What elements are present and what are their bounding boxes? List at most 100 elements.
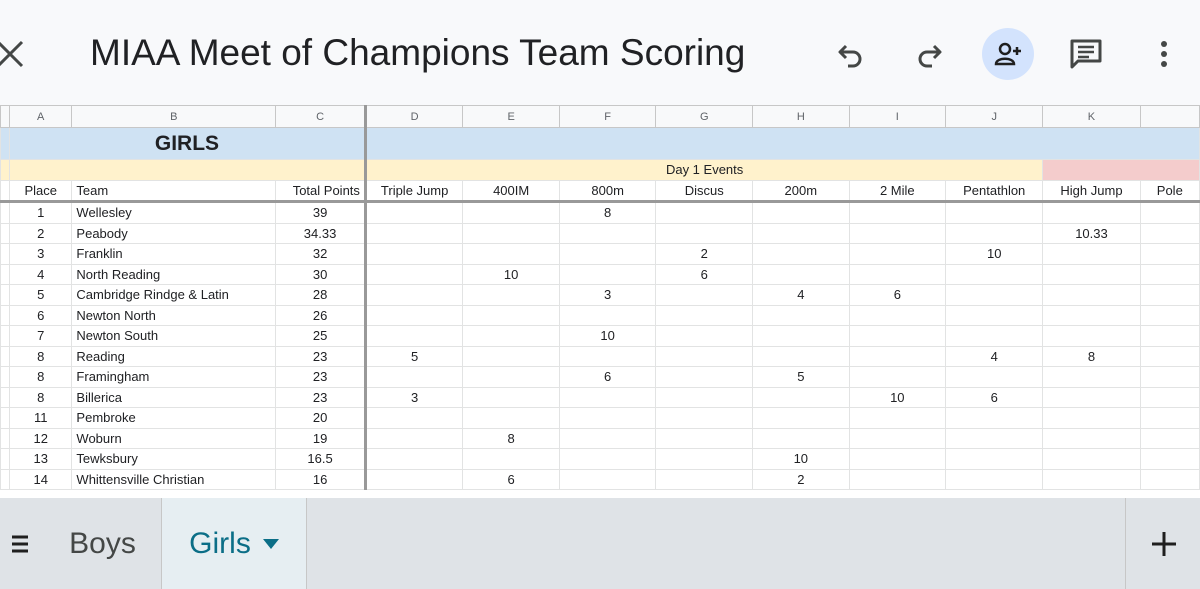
place-cell[interactable]: 13 (8, 448, 73, 470)
team-cell[interactable]: Franklin (71, 243, 277, 265)
row-number-cell[interactable] (0, 407, 10, 429)
team-cell[interactable]: Pembroke (71, 407, 277, 429)
triple-jump-cell[interactable] (364, 427, 464, 449)
total-points-cell[interactable]: 23 (275, 345, 367, 367)
team-cell[interactable]: Tewksbury (71, 448, 277, 470)
discus-cell[interactable] (655, 427, 754, 449)
header-team[interactable]: Team (71, 179, 277, 203)
row-number-cell[interactable] (0, 222, 10, 244)
400im-cell[interactable] (462, 222, 560, 244)
total-points-cell[interactable]: 25 (275, 325, 367, 347)
pentathlon-cell[interactable]: 10 (945, 243, 1044, 265)
2-mile-cell[interactable] (848, 448, 947, 470)
2-mile-cell[interactable] (848, 427, 947, 449)
pole-vault-cell[interactable] (1139, 366, 1200, 388)
column-header-f[interactable]: F (558, 105, 657, 128)
row-number-cell[interactable] (0, 366, 10, 388)
place-cell[interactable]: 3 (8, 243, 73, 265)
row-number-cell[interactable] (0, 325, 10, 347)
column-header-e[interactable]: E (462, 105, 560, 128)
triple-jump-cell[interactable] (364, 325, 464, 347)
pole-vault-cell[interactable] (1139, 304, 1200, 326)
day1-events-cell[interactable]: Day 1 Events (364, 159, 1044, 181)
discus-cell[interactable] (655, 284, 754, 306)
800m-cell[interactable]: 3 (558, 284, 657, 306)
pole-vault-cell[interactable] (1139, 468, 1200, 490)
triple-jump-cell[interactable] (364, 304, 464, 326)
close-button[interactable] (0, 30, 30, 76)
team-cell[interactable]: Cambridge Rindge & Latin (71, 284, 277, 306)
high-jump-cell[interactable] (1042, 468, 1141, 490)
high-jump-cell[interactable] (1042, 263, 1141, 285)
share-button[interactable] (982, 28, 1034, 80)
2-mile-cell[interactable]: 10 (848, 386, 947, 408)
total-points-cell[interactable]: 28 (275, 284, 367, 306)
200m-cell[interactable] (752, 407, 850, 429)
total-points-cell[interactable]: 39 (275, 201, 367, 224)
400im-cell[interactable] (462, 345, 560, 367)
pentathlon-cell[interactable] (945, 427, 1044, 449)
column-header-h[interactable]: H (752, 105, 850, 128)
800m-cell[interactable] (558, 304, 657, 326)
triple-jump-cell[interactable] (364, 201, 464, 224)
total-points-cell[interactable]: 20 (275, 407, 367, 429)
total-points-cell[interactable]: 19 (275, 427, 367, 449)
200m-cell[interactable] (752, 427, 850, 449)
2-mile-cell[interactable] (848, 201, 947, 224)
800m-cell[interactable]: 6 (558, 366, 657, 388)
total-points-cell[interactable]: 32 (275, 243, 367, 265)
800m-cell[interactable] (558, 243, 657, 265)
row-number-cell[interactable] (0, 304, 10, 326)
2-mile-cell[interactable] (848, 325, 947, 347)
pentathlon-cell[interactable] (945, 407, 1044, 429)
column-header-d[interactable]: D (364, 105, 464, 128)
place-cell[interactable]: 5 (8, 284, 73, 306)
dropdown-caret-icon[interactable] (262, 538, 279, 549)
column-header-k[interactable]: K (1042, 105, 1141, 128)
header-800m[interactable]: 800m (558, 179, 657, 203)
header-triple-jump[interactable]: Triple Jump (364, 179, 464, 203)
pole-vault-cell[interactable] (1139, 284, 1200, 306)
header-pole-vault[interactable]: Pole (1139, 179, 1200, 203)
high-jump-cell[interactable] (1042, 325, 1141, 347)
triple-jump-cell[interactable] (364, 468, 464, 490)
high-jump-cell[interactable] (1042, 407, 1141, 429)
2-mile-cell[interactable] (848, 366, 947, 388)
triple-jump-cell[interactable] (364, 448, 464, 470)
column-header-a[interactable]: A (8, 105, 73, 128)
discus-cell[interactable] (655, 407, 754, 429)
row-number-cell[interactable] (0, 448, 10, 470)
team-cell[interactable]: Woburn (71, 427, 277, 449)
triple-jump-cell[interactable] (364, 243, 464, 265)
discus-cell[interactable] (655, 304, 754, 326)
row-number-cell[interactable] (0, 427, 10, 449)
spreadsheet-grid[interactable]: A B C D E F G H I J K GIRLS Day 1 Events… (0, 105, 1200, 498)
pentathlon-cell[interactable] (945, 284, 1044, 306)
800m-cell[interactable] (558, 263, 657, 285)
team-cell[interactable]: North Reading (71, 263, 277, 285)
column-header-j[interactable]: J (945, 105, 1044, 128)
400im-cell[interactable] (462, 366, 560, 388)
pole-vault-cell[interactable] (1139, 263, 1200, 285)
pentathlon-cell[interactable] (945, 222, 1044, 244)
row-number-cell[interactable] (0, 345, 10, 367)
high-jump-cell[interactable] (1042, 284, 1141, 306)
high-jump-cell[interactable]: 8 (1042, 345, 1141, 367)
team-cell[interactable]: Peabody (71, 222, 277, 244)
discus-cell[interactable] (655, 222, 754, 244)
place-cell[interactable]: 11 (8, 407, 73, 429)
pentathlon-cell[interactable] (945, 366, 1044, 388)
2-mile-cell[interactable] (848, 468, 947, 490)
200m-cell[interactable] (752, 325, 850, 347)
triple-jump-cell[interactable] (364, 284, 464, 306)
total-points-cell[interactable]: 16.5 (275, 448, 367, 470)
400im-cell[interactable]: 10 (462, 263, 560, 285)
row-number-cell[interactable] (0, 284, 10, 306)
pole-vault-cell[interactable] (1139, 345, 1200, 367)
200m-cell[interactable]: 5 (752, 366, 850, 388)
girls-title-cell[interactable]: GIRLS (9, 127, 367, 160)
header-total-points[interactable]: Total Points (275, 179, 367, 203)
team-cell[interactable]: Framingham (71, 366, 277, 388)
column-header-i[interactable]: I (848, 105, 947, 128)
2-mile-cell[interactable] (848, 222, 947, 244)
